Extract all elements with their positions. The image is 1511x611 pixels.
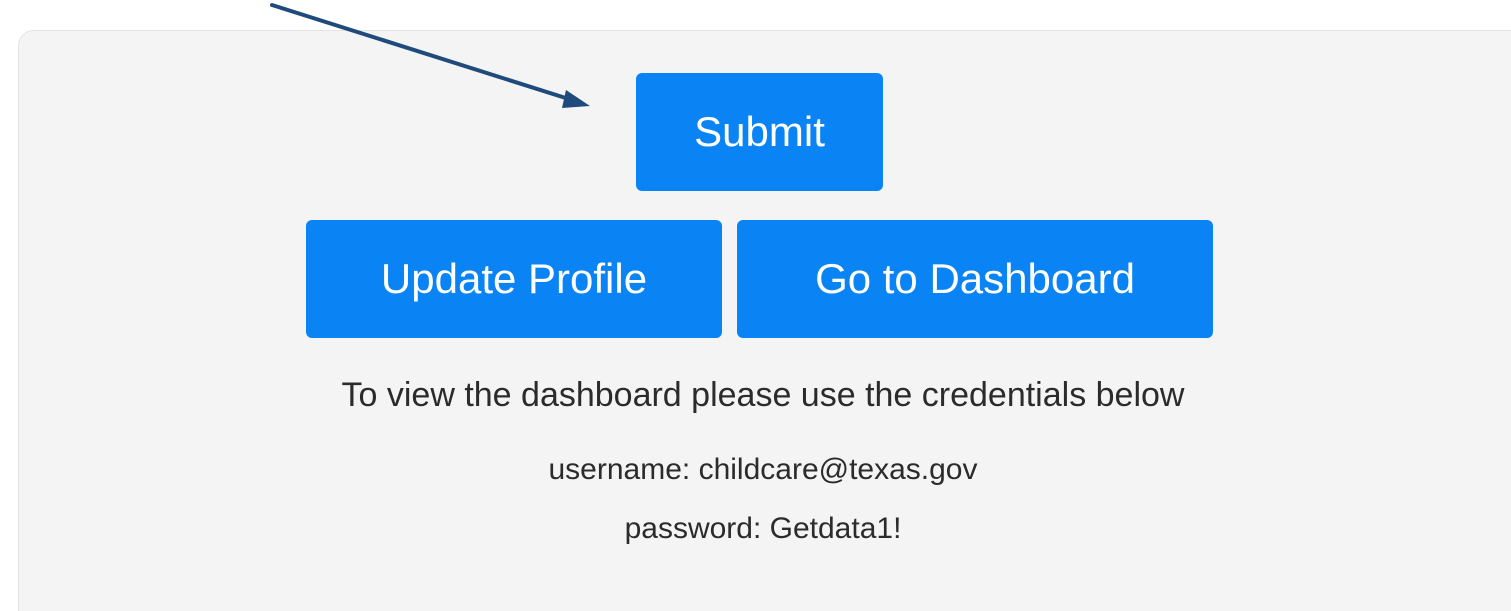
page: Submit Update Profile Go to Dashboard To… bbox=[0, 0, 1511, 611]
credentials-instruction: To view the dashboard please use the cre… bbox=[341, 376, 1185, 414]
password-text: password: Getdata1! bbox=[624, 512, 902, 545]
submit-button[interactable]: Submit bbox=[636, 73, 883, 191]
go-to-dashboard-button[interactable]: Go to Dashboard bbox=[737, 220, 1213, 338]
update-profile-button[interactable]: Update Profile bbox=[306, 220, 722, 338]
username-text: username: childcare@texas.gov bbox=[548, 453, 978, 486]
